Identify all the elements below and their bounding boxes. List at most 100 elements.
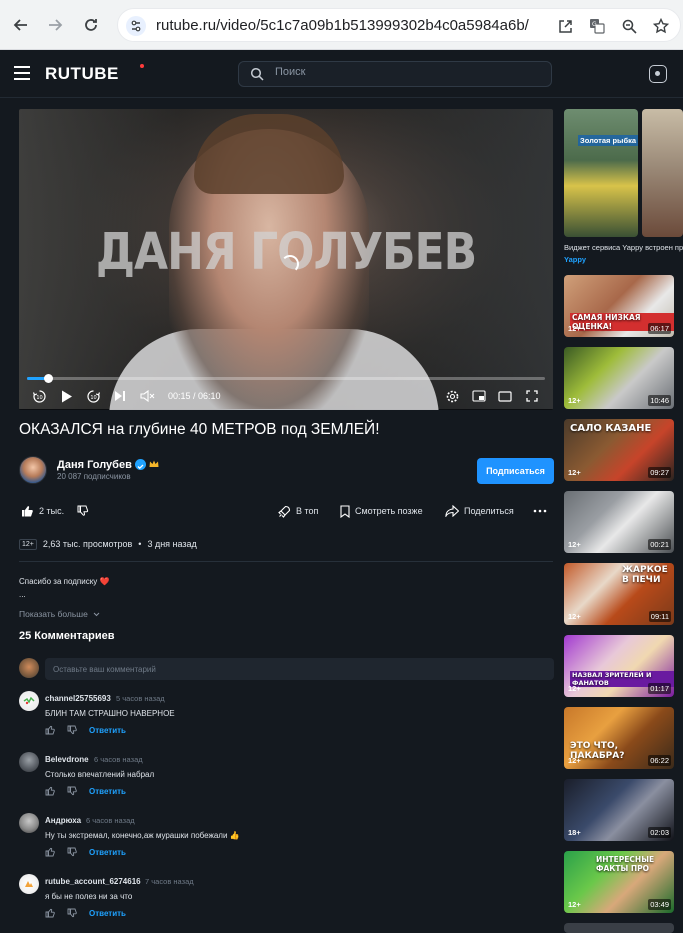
subscribe-button[interactable]: Подписаться bbox=[477, 458, 554, 484]
comment-input[interactable] bbox=[45, 658, 554, 680]
reply-button[interactable]: Ответить bbox=[89, 848, 126, 857]
zoom-icon[interactable] bbox=[618, 15, 640, 37]
meta-separator: • bbox=[138, 539, 142, 549]
record-icon[interactable] bbox=[649, 65, 667, 83]
search-input[interactable] bbox=[275, 66, 535, 78]
comment-author[interactable]: channel25755693 bbox=[45, 694, 111, 703]
fullscreen-icon[interactable] bbox=[524, 387, 540, 405]
address-bar[interactable]: rutube.ru/video/5c1c7a09b1b513999302b4c0… bbox=[117, 8, 681, 42]
rutube-logo[interactable]: RUTUBE bbox=[45, 64, 119, 84]
reload-icon[interactable] bbox=[76, 10, 106, 40]
settings-gear-icon[interactable] bbox=[445, 387, 459, 405]
progress-knob[interactable] bbox=[44, 374, 53, 383]
like-count: 2 тыс. bbox=[39, 506, 65, 516]
video-duration: 02:03 bbox=[648, 827, 671, 838]
more-options-icon[interactable] bbox=[533, 503, 547, 519]
mini-player-icon[interactable] bbox=[471, 387, 487, 405]
forward-arrow-icon[interactable] bbox=[40, 10, 70, 40]
comment-like-icon[interactable] bbox=[45, 786, 55, 796]
dislike-button[interactable] bbox=[77, 503, 89, 519]
share-icon bbox=[445, 505, 459, 517]
age-badge: 12+ bbox=[568, 540, 581, 549]
crown-icon bbox=[149, 460, 159, 470]
translate-icon[interactable]: G bbox=[586, 15, 608, 37]
recommended-video[interactable] bbox=[564, 923, 674, 933]
comment-like-icon[interactable] bbox=[45, 725, 55, 735]
reply-button[interactable]: Ответить bbox=[89, 726, 126, 735]
promo-thumbnail[interactable]: Золотая рыбка bbox=[564, 109, 638, 237]
recommended-video[interactable]: ЖАРКОЕ В ПЕЧИ 12+ 09:11 bbox=[564, 563, 674, 625]
promo-text[interactable]: Виджет сервиса Yappy встроен пр bbox=[564, 243, 683, 252]
user-avatar bbox=[19, 658, 39, 678]
site-settings-icon[interactable] bbox=[126, 16, 146, 36]
play-icon[interactable] bbox=[59, 387, 75, 405]
comment-item: Андрюха 6 часов назад Ну ты экстремал, к… bbox=[19, 813, 553, 861]
comment-author[interactable]: rutube_account_6274616 bbox=[45, 877, 141, 886]
age-rating-badge: 12+ bbox=[19, 538, 37, 550]
recommended-video[interactable]: 12+ 10:46 bbox=[564, 347, 674, 409]
progress-bar[interactable] bbox=[27, 374, 545, 383]
comments-title: 25 Комментариев bbox=[19, 630, 115, 642]
promo-label: Золотая рыбка bbox=[578, 135, 638, 146]
comment-avatar[interactable] bbox=[19, 752, 39, 772]
video-description: Спасибо за подписку ❤️ bbox=[19, 577, 110, 586]
time-display: 00:15 / 06:10 bbox=[168, 391, 221, 401]
back-arrow-icon[interactable] bbox=[6, 10, 36, 40]
bookmark-icon bbox=[340, 504, 350, 518]
comment-avatar[interactable] bbox=[19, 874, 39, 894]
search-icon bbox=[250, 67, 264, 81]
recommended-video[interactable]: 18+ 02:03 bbox=[564, 779, 674, 841]
comment-dislike-icon[interactable] bbox=[67, 847, 77, 857]
recommended-video[interactable]: САМАЯ НИЗКАЯ ОЦЕНКА! 12+ 06:17 bbox=[564, 275, 674, 337]
age-badge: 12+ bbox=[568, 612, 581, 621]
rewind-10-icon[interactable]: 10 bbox=[31, 387, 47, 405]
next-icon[interactable] bbox=[113, 387, 127, 405]
search-box[interactable] bbox=[238, 61, 552, 87]
recommended-video[interactable]: САЛО КАЗАНЕ 12+ 09:27 bbox=[564, 419, 674, 481]
like-button[interactable]: 2 тыс. bbox=[21, 503, 64, 519]
promo-thumbnail[interactable] bbox=[642, 109, 683, 237]
comment-dislike-icon[interactable] bbox=[67, 786, 77, 796]
age-badge: 12+ bbox=[568, 900, 581, 909]
comment-dislike-icon[interactable] bbox=[67, 908, 77, 918]
forward-10-icon[interactable]: 10 bbox=[85, 387, 101, 405]
share-button[interactable]: Поделиться bbox=[445, 503, 514, 519]
url-text[interactable]: rutube.ru/video/5c1c7a09b1b513999302b4c0… bbox=[156, 17, 529, 34]
channel-avatar[interactable] bbox=[19, 456, 47, 484]
age-badge: 12+ bbox=[568, 468, 581, 477]
comment-avatar[interactable] bbox=[19, 813, 39, 833]
theater-mode-icon[interactable] bbox=[497, 387, 513, 405]
chevron-down-icon bbox=[93, 612, 100, 617]
published-date: 3 дня назад bbox=[147, 539, 197, 549]
video-meta: 12+ 2,63 тыс. просмотров • 3 дня назад bbox=[19, 537, 197, 551]
recommended-video[interactable]: НАЗВАЛ ЗРИТЕЛЕЙ И ФАНАТОВ 12+ 01:17 bbox=[564, 635, 674, 697]
show-more-button[interactable]: Показать больше bbox=[19, 609, 100, 619]
age-badge: 12+ bbox=[568, 684, 581, 693]
comment-avatar[interactable] bbox=[19, 691, 39, 711]
open-external-icon[interactable] bbox=[554, 15, 576, 37]
comment-author[interactable]: Belevdrone bbox=[45, 755, 89, 764]
bookmark-star-icon[interactable] bbox=[650, 15, 672, 37]
recommendations-sidebar: Золотая рыбка Виджет сервиса Yappy встро… bbox=[564, 109, 683, 933]
menu-icon[interactable] bbox=[14, 66, 30, 80]
recommended-video[interactable]: ЭТО ЧТО, ПАКАБРА? 12+ 06:22 bbox=[564, 707, 674, 769]
video-duration: 00:21 bbox=[648, 539, 671, 550]
comment-dislike-icon[interactable] bbox=[67, 725, 77, 735]
recommended-video[interactable]: 12+ 00:21 bbox=[564, 491, 674, 553]
video-duration: 06:17 bbox=[648, 323, 671, 334]
watch-later-button[interactable]: Смотреть позже bbox=[340, 503, 423, 519]
channel-name[interactable]: Даня Голубев bbox=[57, 459, 132, 471]
video-player[interactable]: ДАНЯ ГОЛУБЕВ 10 10 00:15 / 06:10 bbox=[19, 109, 553, 410]
thumbs-down-icon bbox=[77, 505, 89, 516]
comment-like-icon[interactable] bbox=[45, 908, 55, 918]
comment-author[interactable]: Андрюха bbox=[45, 816, 81, 825]
to-top-button[interactable]: В топ bbox=[278, 503, 318, 519]
recommended-video[interactable]: ИНТЕРЕСНЫЕ ФАКТЫ ПРО 12+ 03:49 bbox=[564, 851, 674, 913]
mute-icon[interactable] bbox=[139, 387, 155, 405]
promo-source[interactable]: Yappy bbox=[564, 255, 586, 264]
reply-button[interactable]: Ответить bbox=[89, 787, 126, 796]
reply-button[interactable]: Ответить bbox=[89, 909, 126, 918]
video-duration: 01:17 bbox=[648, 683, 671, 694]
video-duration: 09:11 bbox=[648, 611, 671, 622]
comment-like-icon[interactable] bbox=[45, 847, 55, 857]
